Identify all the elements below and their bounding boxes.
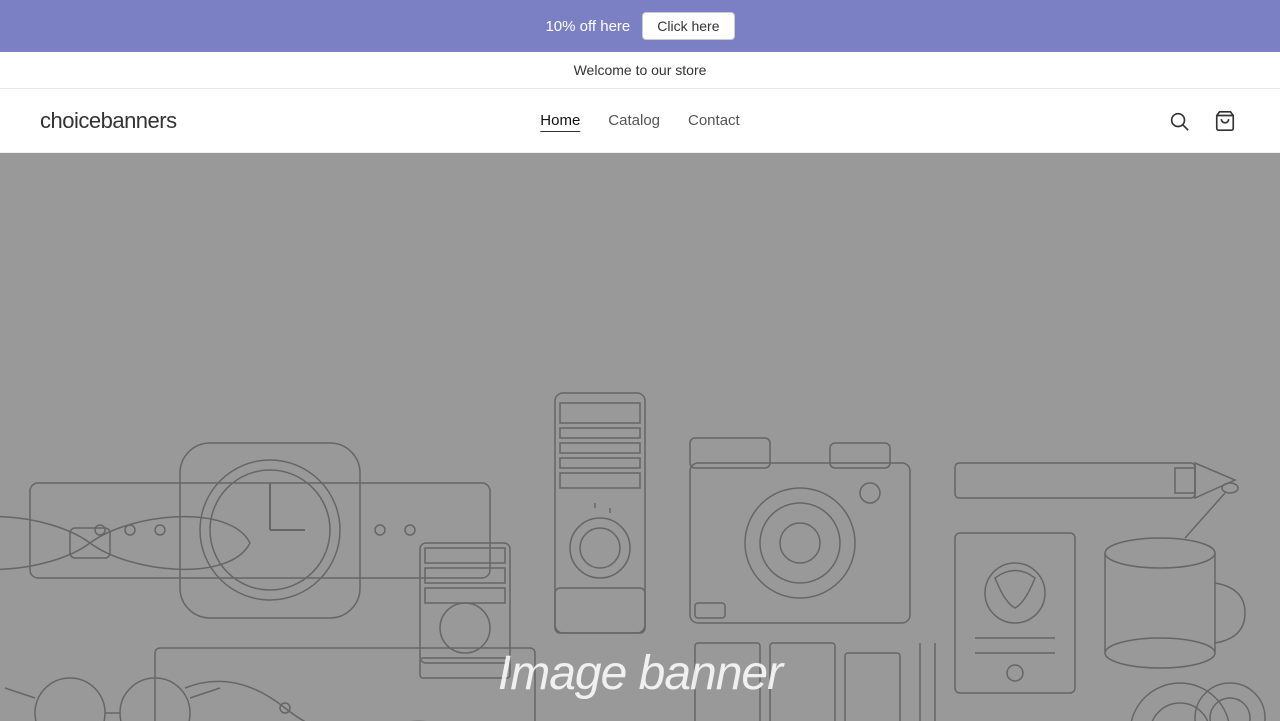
site-logo[interactable]: choicebanners	[40, 108, 177, 134]
promo-text: 10% off here	[545, 18, 630, 35]
nav-link-home[interactable]: Home	[540, 112, 580, 132]
welcome-text: Welcome to our store	[574, 62, 707, 78]
announcement-bar: 10% off here Click here	[0, 0, 1280, 52]
nav-item-catalog[interactable]: Catalog	[608, 112, 660, 130]
hero-background-illustration	[0, 153, 1280, 721]
navbar: choicebanners Home Catalog Contact	[0, 89, 1280, 153]
nav-link-contact[interactable]: Contact	[688, 112, 740, 129]
cart-icon	[1214, 110, 1236, 132]
search-icon	[1168, 110, 1190, 132]
nav-links: Home Catalog Contact	[540, 112, 739, 130]
nav-actions	[1164, 106, 1240, 136]
nav-link-catalog[interactable]: Catalog	[608, 112, 660, 129]
click-here-button[interactable]: Click here	[642, 12, 734, 40]
nav-item-home[interactable]: Home	[540, 112, 580, 130]
nav-item-contact[interactable]: Contact	[688, 112, 740, 130]
search-button[interactable]	[1164, 106, 1194, 136]
welcome-bar: Welcome to our store	[0, 52, 1280, 89]
cart-button[interactable]	[1210, 106, 1240, 136]
hero-section: Image banner	[0, 153, 1280, 721]
hero-banner-text: Image banner	[498, 646, 782, 701]
